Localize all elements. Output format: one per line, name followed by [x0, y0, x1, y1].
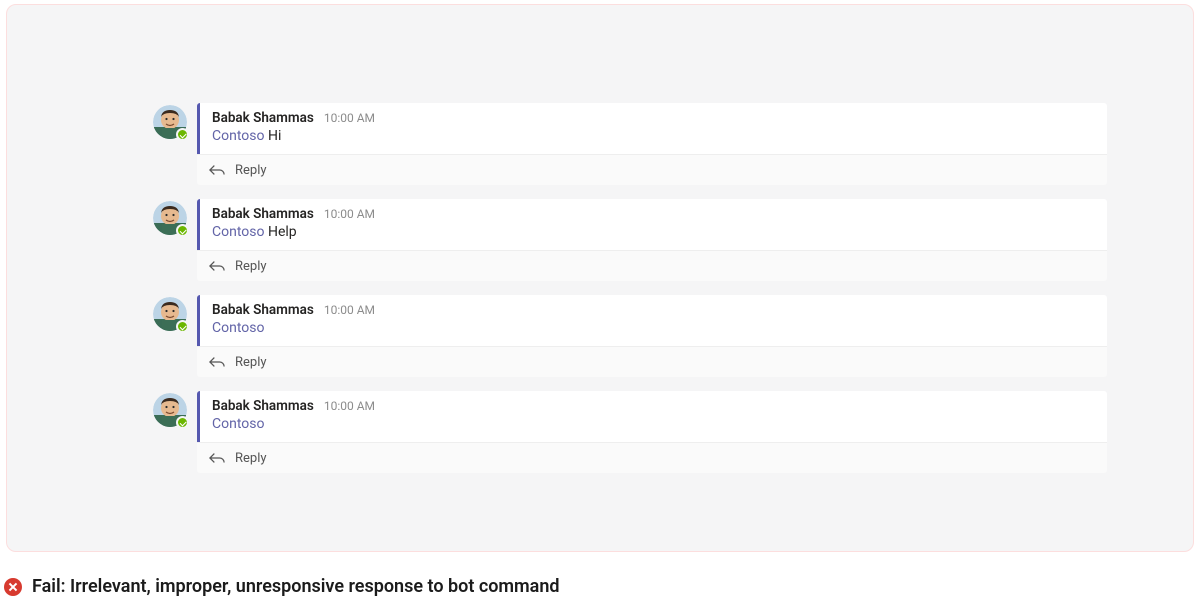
message-body: Contoso: [212, 320, 1095, 336]
chat-panel: Babak Shammas 10:00 AM Contoso Hi Reply: [6, 4, 1194, 552]
message-post: Babak Shammas 10:00 AM Contoso Hi Reply: [197, 103, 1107, 185]
message-text: Help: [268, 224, 297, 240]
message-post: Babak Shammas 10:00 AM Contoso Reply: [197, 295, 1107, 377]
message-time: 10:00 AM: [324, 399, 375, 413]
message-time: 10:00 AM: [324, 111, 375, 125]
mention[interactable]: Contoso: [212, 416, 264, 432]
message-post: Babak Shammas 10:00 AM Contoso Reply: [197, 391, 1107, 473]
reply-button[interactable]: Reply: [197, 154, 1107, 185]
fail-icon: [4, 578, 22, 596]
reply-label: Reply: [235, 163, 267, 178]
message-bubble[interactable]: Babak Shammas 10:00 AM Contoso: [197, 391, 1107, 442]
message-body: Contoso: [212, 416, 1095, 432]
presence-available-icon: [176, 224, 189, 237]
message-author: Babak Shammas: [212, 302, 314, 318]
message-body: Contoso Hi: [212, 128, 1095, 144]
message-bubble[interactable]: Babak Shammas 10:00 AM Contoso: [197, 295, 1107, 346]
message-text: Hi: [268, 128, 281, 144]
reply-icon: [209, 354, 225, 370]
mention[interactable]: Contoso: [212, 224, 264, 240]
reply-icon: [209, 450, 225, 466]
message-author: Babak Shammas: [212, 110, 314, 126]
message-body: Contoso Help: [212, 224, 1095, 240]
avatar[interactable]: [153, 201, 187, 235]
mention[interactable]: Contoso: [212, 128, 264, 144]
avatar[interactable]: [153, 105, 187, 139]
reply-button[interactable]: Reply: [197, 442, 1107, 473]
avatar[interactable]: [153, 393, 187, 427]
mention[interactable]: Contoso: [212, 320, 264, 336]
presence-available-icon: [176, 320, 189, 333]
message-author: Babak Shammas: [212, 398, 314, 414]
reply-label: Reply: [235, 451, 267, 466]
presence-available-icon: [176, 416, 189, 429]
reply-icon: [209, 162, 225, 178]
reply-button[interactable]: Reply: [197, 346, 1107, 377]
reply-label: Reply: [235, 259, 267, 274]
message-time: 10:00 AM: [324, 303, 375, 317]
presence-available-icon: [176, 128, 189, 141]
message-time: 10:00 AM: [324, 207, 375, 221]
message-author: Babak Shammas: [212, 206, 314, 222]
caption-text: Fail: Irrelevant, improper, unresponsive…: [32, 576, 560, 597]
message-bubble[interactable]: Babak Shammas 10:00 AM Contoso Hi: [197, 103, 1107, 154]
message-feed: Babak Shammas 10:00 AM Contoso Hi Reply: [197, 103, 1107, 487]
message-bubble[interactable]: Babak Shammas 10:00 AM Contoso Help: [197, 199, 1107, 250]
message-post: Babak Shammas 10:00 AM Contoso Help Repl…: [197, 199, 1107, 281]
avatar[interactable]: [153, 297, 187, 331]
reply-label: Reply: [235, 355, 267, 370]
caption: Fail: Irrelevant, improper, unresponsive…: [4, 576, 560, 597]
reply-icon: [209, 258, 225, 274]
reply-button[interactable]: Reply: [197, 250, 1107, 281]
